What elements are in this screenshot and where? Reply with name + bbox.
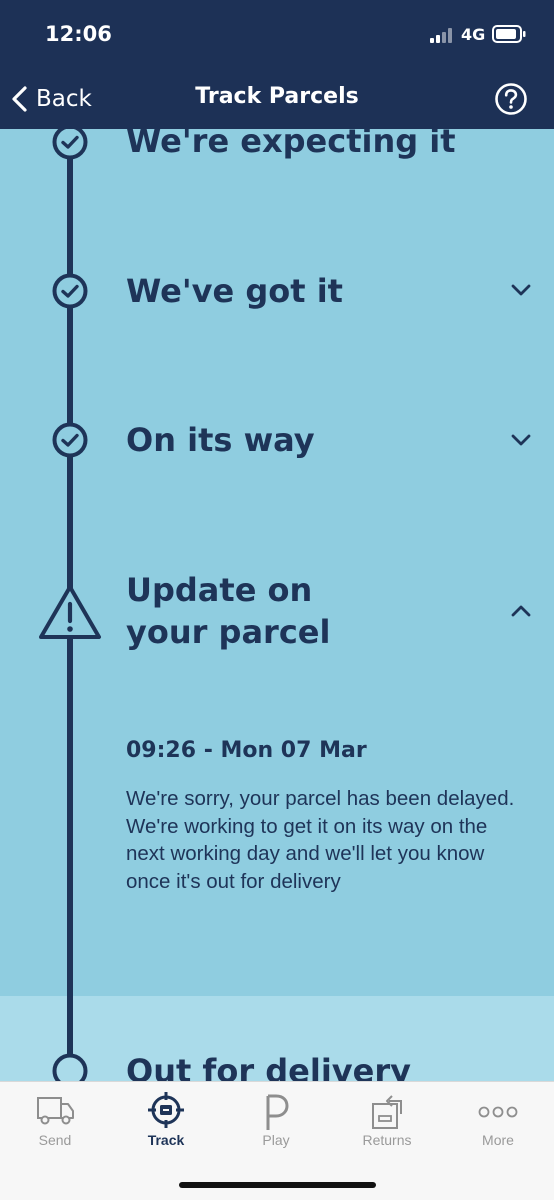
- step-complete-check-icon: [52, 129, 88, 160]
- tab-more[interactable]: More: [443, 1082, 553, 1162]
- tab-label-track: Track: [147, 1132, 185, 1148]
- update-timestamp: 09:26 - Mon 07 Mar: [126, 738, 367, 763]
- step-title-on-its-way[interactable]: On its way: [126, 418, 315, 462]
- tab-label-send: Send: [38, 1132, 72, 1148]
- page-title: Track Parcels: [195, 84, 359, 109]
- step-complete-check-icon: [52, 273, 88, 309]
- step-title-expecting: We're expecting it: [126, 129, 456, 160]
- play-p-icon: [266, 1094, 289, 1130]
- tab-send[interactable]: Send: [0, 1082, 110, 1162]
- returns-box-icon: [372, 1095, 402, 1129]
- tab-label-returns: Returns: [362, 1132, 412, 1148]
- step-pending-circle-icon: [52, 1053, 88, 1081]
- step-title-update-line1[interactable]: Update on: [126, 568, 312, 612]
- help-icon[interactable]: [494, 82, 528, 116]
- chevron-up-icon[interactable]: [508, 602, 534, 620]
- more-dots-icon: [478, 1106, 518, 1118]
- status-bar: 12:06 4G: [0, 0, 554, 70]
- signal-strength-icon: [430, 28, 452, 43]
- step-title-update-line2[interactable]: your parcel: [126, 610, 330, 654]
- tab-label-play: Play: [262, 1132, 290, 1148]
- step-title-got-it[interactable]: We've got it: [126, 269, 343, 313]
- battery-icon: [492, 25, 526, 43]
- delivery-van-icon: [37, 1097, 74, 1125]
- chevron-down-icon[interactable]: [508, 281, 534, 299]
- tracking-timeline: We're expecting it We've got it On its w…: [0, 129, 554, 1081]
- nav-bar: Back Track Parcels: [0, 70, 554, 129]
- tab-returns[interactable]: Returns: [332, 1082, 442, 1162]
- warning-icon: [39, 585, 101, 639]
- home-indicator[interactable]: [179, 1182, 376, 1188]
- status-time: 12:06: [45, 22, 112, 46]
- tab-bar: Send Track Play Returns More: [0, 1081, 554, 1200]
- tab-play[interactable]: Play: [221, 1082, 331, 1162]
- network-type: 4G: [461, 25, 486, 44]
- tab-label-more: More: [482, 1132, 514, 1148]
- update-message: We're sorry, your parcel has been delaye…: [126, 787, 515, 893]
- step-complete-check-icon: [52, 422, 88, 458]
- chevron-down-icon[interactable]: [508, 431, 534, 449]
- track-target-icon: [148, 1092, 184, 1128]
- tab-track[interactable]: Track: [111, 1082, 221, 1162]
- step-title-out-for-delivery: Out for delivery: [126, 1052, 411, 1081]
